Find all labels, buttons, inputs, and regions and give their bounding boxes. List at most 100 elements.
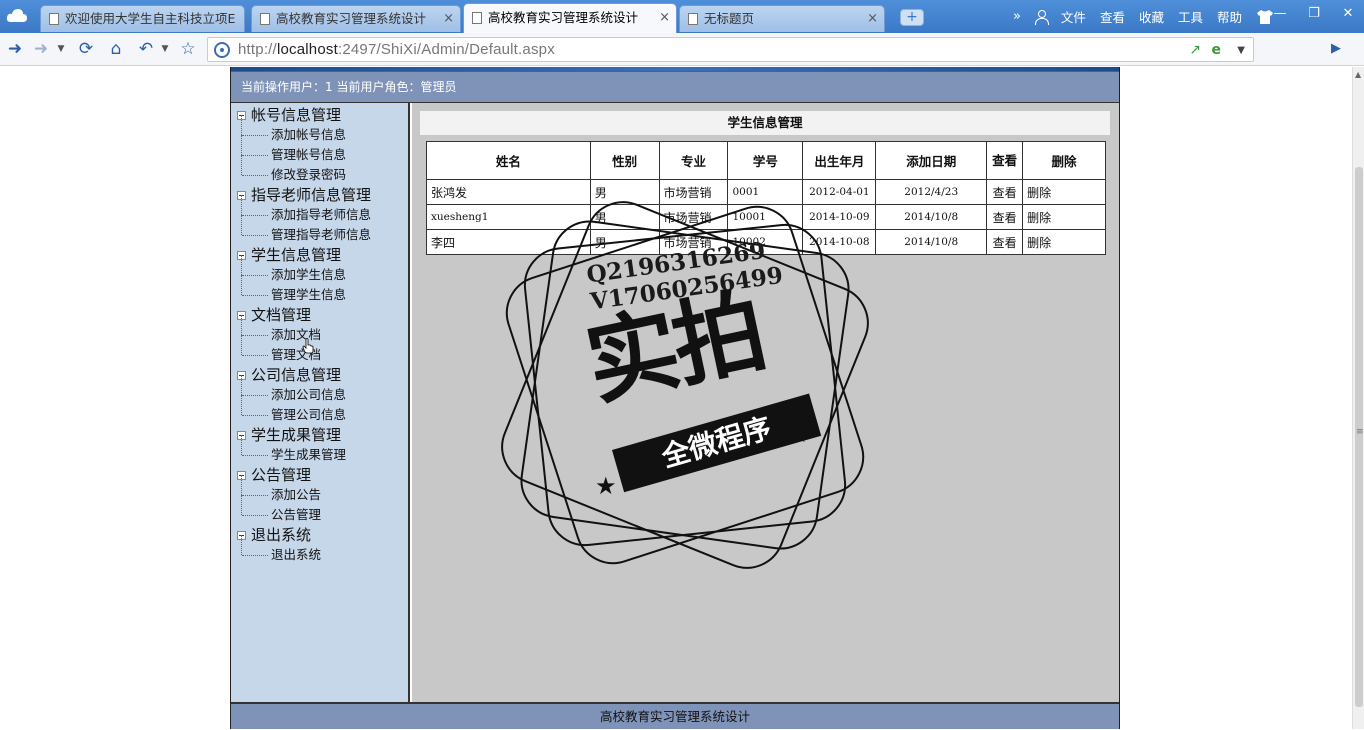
sidebar-item-add-teacher[interactable]: 添加指导老师信息 [237,195,371,225]
menu-view[interactable]: 查看 [1100,7,1125,26]
group-title[interactable]: 公司信息管理 [237,365,346,385]
cell-name: 张鸿发 [426,179,591,205]
sidebar-item-add-company[interactable]: 添加公司信息 [237,375,346,405]
menu-tools[interactable]: 工具 [1178,7,1203,26]
back-arrow-icon[interactable]: ➜ [6,38,24,60]
hand-cursor-icon [302,338,314,354]
user-icon[interactable] [1034,9,1049,25]
close-window-icon[interactable]: ✕ [1338,6,1358,21]
sidebar-item-manage-teacher[interactable]: 管理指导老师信息 [237,215,371,245]
forward-arrow-icon[interactable]: ➜ [32,38,50,60]
page-icon [49,13,59,25]
security-shield-icon[interactable] [214,42,230,58]
sidebar-tree: 帐号信息管理 添加帐号信息 管理帐号信息 修改登录密码 指导老师信息管理 添加指… [231,103,410,702]
group-title[interactable]: 指导老师信息管理 [237,185,371,205]
group-title[interactable]: 文档管理 [237,305,321,325]
minimize-icon[interactable]: — [1270,6,1290,21]
tree-group-student: 学生信息管理 添加学生信息 管理学生信息 [237,245,346,305]
more-chevron-icon[interactable]: » [1013,9,1021,24]
view-link[interactable]: 查看 [986,229,1024,255]
group-title[interactable]: 学生成果管理 [237,425,346,445]
window-controls: — ❐ ✕ [1270,0,1358,26]
share-icon[interactable]: ↗ [1189,42,1201,58]
cell-name: xuesheng1 [426,204,591,230]
col-header: 删除 [1022,141,1106,180]
content-title: 学生信息管理 [420,111,1110,135]
address-bar[interactable]: http://localhost:2497/ShiXi/Admin/Defaul… [207,37,1254,62]
tree-group-document: 文档管理 添加文档 管理文档 [237,305,321,365]
tab-untitled[interactable]: 无标题页 × [679,5,885,32]
restore-icon[interactable]: ❐ [1304,6,1324,21]
col-header: 学号 [727,141,804,180]
cell-name: 李四 [426,229,591,255]
vertical-scrollbar[interactable]: ▲ ≡ [1352,67,1364,729]
tree-group-company: 公司信息管理 添加公司信息 管理公司信息 [237,365,346,425]
table-row: 张鸿发 男 市场营销 0001 2012-04-01 2012/4/23 查看 … [426,179,1106,205]
cell-gender: 男 [589,179,660,205]
new-tab-button[interactable]: + [900,9,924,26]
home-icon[interactable]: ⌂ [106,38,126,60]
delete-link[interactable]: 删除 [1022,204,1106,230]
page-icon [260,13,270,25]
tree-group-achievement: 学生成果管理 学生成果管理 [237,425,346,465]
current-user-bar: 当前操作用户：1 当前用户角色：管理员 [231,71,1119,103]
refresh-icon[interactable]: ⟳ [76,38,96,60]
sidebar-item-add-student[interactable]: 添加学生信息 [237,255,346,285]
tab-close-icon[interactable]: × [867,6,878,31]
cell-gender: 男 [589,229,660,255]
group-title[interactable]: 公告管理 [237,465,321,485]
favorite-star-icon[interactable]: ☆ [178,38,198,60]
scroll-up-icon[interactable]: ▲ [1355,70,1361,79]
cell-birth: 2014-10-08 [802,229,877,255]
col-header: 专业 [658,141,729,180]
tab-system-1[interactable]: 高校教育实习管理系统设计 × [251,5,461,32]
tab-close-icon[interactable]: × [443,6,454,31]
col-header: 查看 [986,141,1024,180]
tab-close-icon[interactable]: × [659,4,670,32]
tree-group-notice: 公告管理 添加公告 公告管理 [237,465,321,525]
history-dropdown-icon[interactable]: ▼ [56,38,66,60]
delete-link[interactable]: 删除 [1022,179,1106,205]
address-dropdown-icon[interactable]: ▼ [1237,45,1245,56]
sidebar-item-manage-account[interactable]: 管理帐号信息 [237,135,346,165]
undo-dropdown-icon[interactable]: ▼ [160,38,170,60]
cell-student-id: 0001 [727,179,804,205]
sidebar-item-logout[interactable]: 退出系统 [237,535,321,565]
scrollbar-thumb[interactable] [1355,167,1363,707]
view-link[interactable]: 查看 [986,179,1024,205]
group-title[interactable]: 退出系统 [237,525,321,545]
sidebar-item-manage-student[interactable]: 管理学生信息 [237,275,346,305]
sidebar-item-manage-notice[interactable]: 公告管理 [237,495,321,525]
page-icon [472,12,482,24]
cloud-logo-icon[interactable] [6,6,28,26]
tab-welcome[interactable]: 欢迎使用大学生自主科技立项E [40,5,245,32]
url-text[interactable]: http://localhost:2497/ShiXi/Admin/Defaul… [238,41,555,58]
col-header: 姓名 [426,141,591,180]
tree-group-logout: 退出系统 退出系统 [237,525,321,565]
tab-system-active[interactable]: 高校教育实习管理系统设计 × [463,3,677,33]
delete-link[interactable]: 删除 [1022,229,1106,255]
sidebar-item-add-account[interactable]: 添加帐号信息 [237,115,346,145]
scroll-grip-icon: ≡ [1356,427,1364,437]
ie-mode-icon[interactable]: e [1212,42,1222,58]
menu-file[interactable]: 文件 [1061,7,1086,26]
cell-major: 市场营销 [658,204,729,230]
col-header: 性别 [589,141,660,180]
cell-added: 2014/10/8 [875,204,988,230]
sidebar-item-manage-achievement[interactable]: 学生成果管理 [237,435,346,465]
group-title[interactable]: 帐号信息管理 [237,105,346,125]
sidebar-item-manage-company[interactable]: 管理公司信息 [237,395,346,425]
sidebar-item-change-password[interactable]: 修改登录密码 [237,155,346,185]
menu-favorites[interactable]: 收藏 [1139,7,1164,26]
col-header: 出生年月 [802,141,877,180]
tab-label: 欢迎使用大学生自主科技立项E [65,11,236,26]
sidebar-item-add-notice[interactable]: 添加公告 [237,475,321,505]
star-icon: ★ [595,472,617,500]
go-arrow-icon[interactable]: ▶ [1326,38,1346,60]
tree-group-account: 帐号信息管理 添加帐号信息 管理帐号信息 修改登录密码 [237,105,346,185]
undo-icon[interactable]: ↶ [136,38,156,60]
view-link[interactable]: 查看 [986,204,1024,230]
menu-help[interactable]: 帮助 [1217,7,1242,26]
group-title[interactable]: 学生信息管理 [237,245,346,265]
browser-menu: » 文件 查看 收藏 工具 帮助 [1013,0,1274,33]
